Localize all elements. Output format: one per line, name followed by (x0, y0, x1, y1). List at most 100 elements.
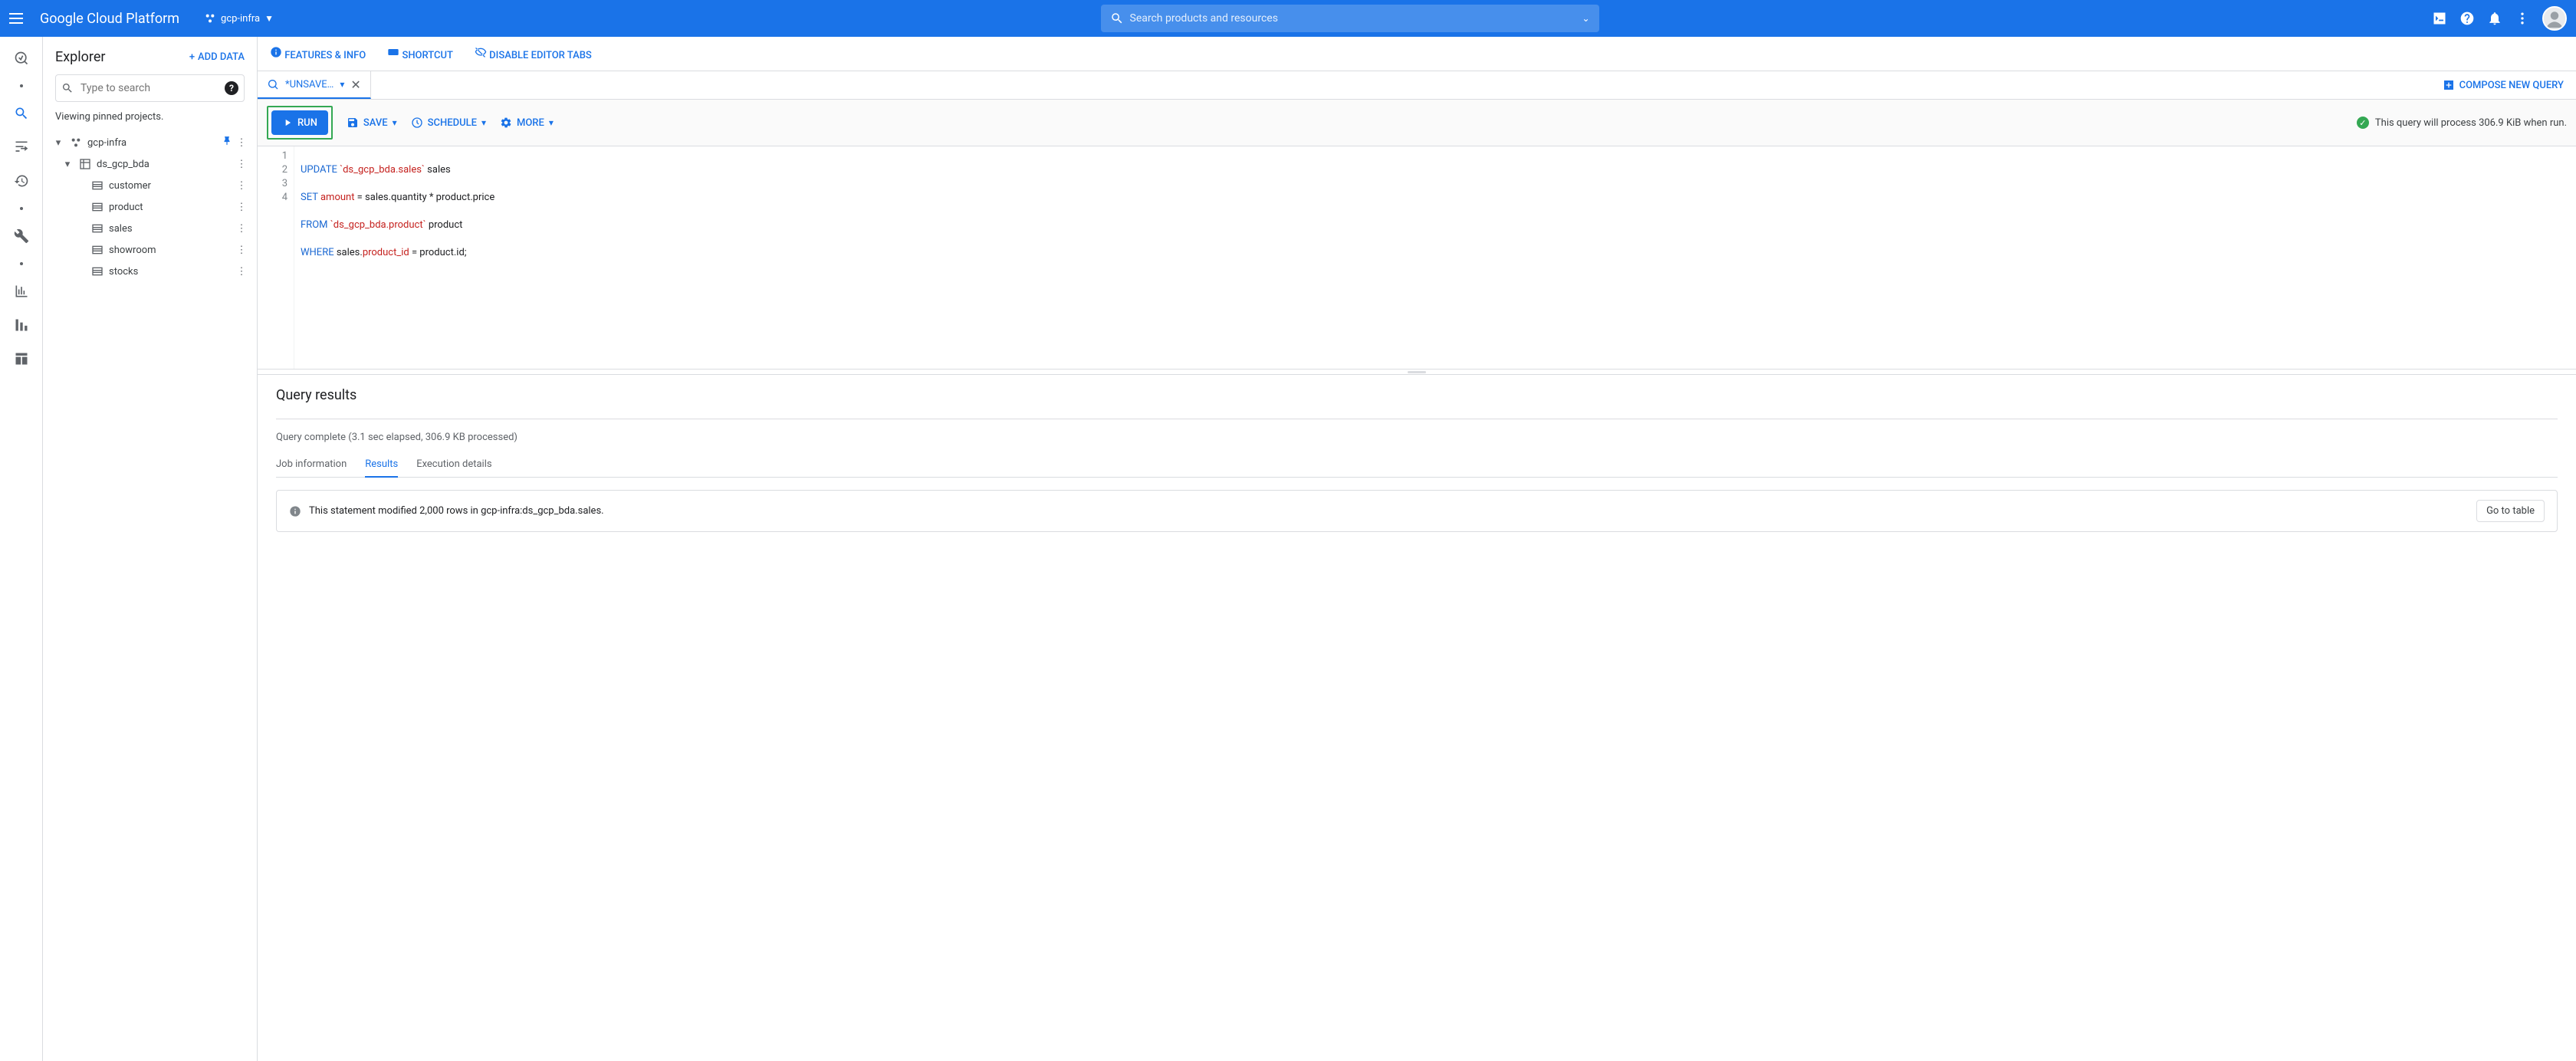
add-data-button[interactable]: + ADD DATA (189, 51, 245, 63)
pin-icon[interactable] (222, 136, 232, 149)
schedule-button[interactable]: SCHEDULE ▾ (411, 117, 486, 129)
chevron-down-icon[interactable]: ⌄ (1582, 13, 1589, 24)
product-logo: Google Cloud Platform (40, 11, 179, 27)
run-button[interactable]: RUN (271, 110, 328, 135)
query-status: ✓ This query will process 306.9 KiB when… (2357, 117, 2567, 129)
schedule-icon (411, 117, 423, 129)
features-info-link[interactable]: FEATURES & INFO (270, 46, 366, 61)
code-area[interactable]: UPDATE `ds_gcp_bda.sales` sales SET amou… (294, 146, 501, 369)
notifications-icon[interactable] (2487, 11, 2502, 26)
sql-editor[interactable]: 1 2 3 4 UPDATE `ds_gcp_bda.sales` sales … (258, 146, 2576, 369)
compose-query-button[interactable]: COMPOSE NEW QUERY (2443, 79, 2564, 91)
line-gutter: 1 2 3 4 (258, 146, 294, 369)
close-icon[interactable]: ✕ (350, 77, 360, 92)
table-icon (90, 244, 104, 256)
query-icon (267, 78, 279, 90)
workspace: FEATURES & INFO SHORTCUT DISABLE EDITOR … (258, 37, 2576, 1061)
search-icon (1110, 11, 1124, 25)
save-button[interactable]: SAVE ▾ (347, 117, 397, 129)
keyboard-icon (387, 46, 399, 58)
chevron-down-icon[interactable]: ▾ (340, 79, 344, 90)
rail-divider (20, 207, 23, 210)
rail-divider (20, 262, 23, 265)
more-vert-icon[interactable]: ⋮ (235, 223, 248, 235)
table-icon (90, 201, 104, 213)
table-icon (90, 222, 104, 235)
tree-table[interactable]: sales ⋮ (49, 218, 251, 239)
explorer-title: Explorer (55, 49, 106, 65)
help-icon[interactable] (2459, 11, 2475, 26)
explorer-panel: Explorer + ADD DATA ? Viewing pinned pro… (43, 37, 258, 1061)
tree-project[interactable]: ▾ gcp-infra ⋮ (49, 132, 251, 153)
gear-icon (500, 117, 512, 129)
rail-divider (20, 84, 23, 87)
search-bar[interactable]: ⌄ (1101, 5, 1599, 32)
search-input[interactable] (1130, 12, 1582, 25)
bigquery-logo-icon[interactable] (6, 43, 37, 74)
tree-table[interactable]: product ⋮ (49, 196, 251, 218)
check-icon: ✓ (2357, 117, 2369, 129)
chevron-down-icon[interactable]: ▾ (61, 159, 74, 170)
project-icon (69, 136, 83, 149)
chevron-down-icon[interactable]: ▾ (52, 137, 64, 149)
rail-tables-icon[interactable] (6, 343, 37, 374)
tree-table[interactable]: customer ⋮ (49, 175, 251, 196)
rail-transfers-icon[interactable] (6, 221, 37, 251)
editor-tab[interactable]: *UNSAVE… ▾ ✕ (258, 71, 371, 99)
more-vert-icon[interactable]: ⋮ (235, 137, 248, 149)
info-text: This statement modified 2,000 rows in gc… (309, 505, 604, 517)
chevron-down-icon: ▼ (264, 13, 274, 24)
tab-results[interactable]: Results (365, 452, 398, 478)
save-icon (347, 117, 359, 129)
more-vert-icon[interactable]: ⋮ (235, 266, 248, 278)
rail-settings-icon[interactable] (6, 132, 37, 163)
cloud-shell-icon[interactable] (2432, 11, 2447, 26)
play-icon (282, 117, 293, 128)
editor-tabs: *UNSAVE… ▾ ✕ COMPOSE NEW QUERY (258, 71, 2576, 100)
more-vert-icon[interactable]: ⋮ (235, 180, 248, 192)
rail-sql-icon[interactable] (6, 98, 37, 129)
rail-history-icon[interactable] (6, 166, 37, 196)
project-name: gcp-infra (221, 13, 260, 25)
more-vert-icon[interactable]: ⋮ (235, 202, 248, 213)
feature-bar: FEATURES & INFO SHORTCUT DISABLE EDITOR … (258, 37, 2576, 71)
visibility-off-icon (475, 46, 487, 58)
menu-icon[interactable] (9, 9, 28, 28)
rail-analytics-icon[interactable] (6, 276, 37, 307)
tree-table[interactable]: stocks ⋮ (49, 261, 251, 282)
panel-drag-handle[interactable] (258, 369, 2576, 375)
project-selector[interactable]: gcp-infra ▼ (198, 9, 280, 28)
more-vert-icon[interactable]: ⋮ (235, 245, 248, 256)
left-rail (0, 37, 43, 1061)
search-icon (61, 82, 74, 94)
table-icon (90, 179, 104, 192)
more-vert-icon[interactable] (2515, 11, 2530, 26)
rail-bi-icon[interactable] (6, 310, 37, 340)
plus-icon: + (189, 51, 195, 63)
explorer-search-input[interactable] (55, 74, 245, 102)
results-tabs: Job information Results Execution detail… (276, 452, 2558, 478)
tab-execution[interactable]: Execution details (416, 452, 491, 477)
tree-dataset[interactable]: ▾ ds_gcp_bda ⋮ (49, 153, 251, 175)
results-title: Query results (276, 387, 2558, 403)
chevron-down-icon: ▾ (393, 117, 397, 128)
info-icon (270, 46, 282, 58)
dataset-icon (78, 158, 92, 170)
query-toolbar: RUN SAVE ▾ SCHEDULE ▾ MORE ▾ ✓ This quer… (258, 100, 2576, 146)
chevron-down-icon: ▾ (549, 117, 554, 128)
disable-tabs-link[interactable]: DISABLE EDITOR TABS (475, 46, 592, 61)
run-button-highlight: RUN (267, 106, 333, 140)
user-avatar[interactable] (2542, 6, 2567, 31)
go-to-table-button[interactable]: Go to table (2476, 500, 2545, 522)
tree-table[interactable]: showroom ⋮ (49, 239, 251, 261)
query-complete-msg: Query complete (3.1 sec elapsed, 306.9 K… (276, 432, 2558, 443)
top-bar: Google Cloud Platform gcp-infra ▼ ⌄ (0, 0, 2576, 37)
results-panel: Query results Query complete (3.1 sec el… (258, 375, 2576, 1061)
more-vert-icon[interactable]: ⋮ (235, 159, 248, 170)
help-icon[interactable]: ? (225, 81, 238, 95)
tab-job-info[interactable]: Job information (276, 452, 347, 477)
shortcut-link[interactable]: SHORTCUT (387, 46, 453, 61)
results-info-box: This statement modified 2,000 rows in gc… (276, 490, 2558, 532)
more-button[interactable]: MORE ▾ (500, 117, 554, 129)
plus-icon (2443, 79, 2455, 91)
